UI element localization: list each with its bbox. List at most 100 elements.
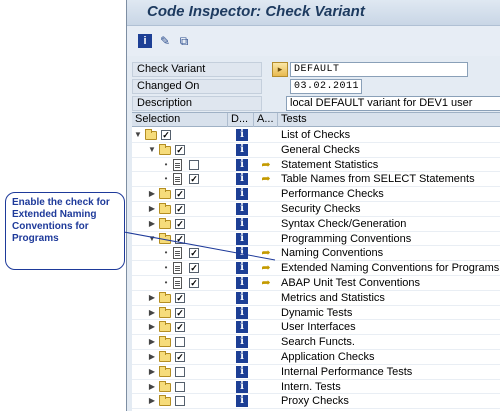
- attributes-arrow-icon[interactable]: ➦: [260, 247, 272, 259]
- info-icon[interactable]: i: [236, 336, 248, 349]
- selection-checkbox[interactable]: [189, 159, 199, 170]
- selection-checkbox[interactable]: ✓: [175, 144, 185, 155]
- selection-checkbox[interactable]: [175, 337, 185, 348]
- selection-checkbox[interactable]: ✓: [175, 189, 185, 200]
- expander-icon[interactable]: ▶: [148, 352, 156, 362]
- tree-row[interactable]: ▶ ✓ i User Interfaces: [132, 320, 500, 336]
- test-label: Programming Conventions: [281, 232, 412, 245]
- info-icon[interactable]: i: [236, 262, 248, 275]
- tree-row[interactable]: • ✓ i ➦ Table Names from SELECT Statements: [132, 172, 500, 188]
- info-icon[interactable]: i: [236, 395, 248, 408]
- tree-row[interactable]: ▼ ✓ i Programming Conventions: [132, 232, 500, 247]
- selection-checkbox[interactable]: ✓: [189, 278, 199, 288]
- info-icon[interactable]: i: [236, 217, 248, 230]
- expander-icon[interactable]: ▼: [148, 145, 156, 155]
- check-tree: Selection D... A... Tests ▼ ✓ i List of Che…: [132, 112, 500, 411]
- test-label: Intern. Tests: [281, 380, 341, 393]
- selection-checkbox[interactable]: [175, 396, 185, 407]
- info-icon[interactable]: i: [236, 143, 248, 156]
- info-icon[interactable]: i: [236, 321, 248, 334]
- changed-on-field[interactable]: 03.02.2011: [290, 79, 362, 94]
- tree-row[interactable]: ▶ ✓ i Syntax Check/Generation: [132, 217, 500, 232]
- tree-row[interactable]: ▶ i Search Functs.: [132, 335, 500, 350]
- expander-icon[interactable]: ▶: [148, 322, 156, 332]
- tree-row[interactable]: • ✓ i ➦ Extended Naming Conventions for Prog…: [132, 261, 500, 276]
- attributes-arrow-icon[interactable]: ➦: [260, 262, 272, 274]
- selection-checkbox[interactable]: [175, 366, 185, 377]
- info-icon[interactable]: i: [236, 306, 248, 319]
- expander-icon[interactable]: ▶: [148, 382, 156, 392]
- folder-open-icon: [159, 143, 171, 155]
- selection-checkbox[interactable]: [175, 381, 185, 392]
- edit-pen-icon[interactable]: ✎: [158, 34, 172, 48]
- attributes-arrow-icon[interactable]: ➦: [260, 277, 272, 289]
- info-icon[interactable]: i: [236, 365, 248, 378]
- tree-row[interactable]: ▼ ✓ i List of Checks: [132, 128, 500, 143]
- title-bar: Code Inspector: Check Variant: [127, 0, 500, 26]
- tree-row[interactable]: ▶ ✓ i Metrics and Statistics: [132, 291, 500, 306]
- tree-row[interactable]: ▶ i Internal Performance Tests: [132, 365, 500, 380]
- info-icon[interactable]: i: [236, 277, 248, 289]
- structure-icon[interactable]: ⧉: [177, 34, 191, 48]
- check-variant-label: Check Variant: [132, 62, 262, 77]
- expander-icon[interactable]: ▶: [148, 396, 156, 406]
- selection-checkbox[interactable]: ✓: [189, 263, 199, 274]
- selection-checkbox[interactable]: ✓: [175, 204, 185, 214]
- selection-checkbox[interactable]: ✓: [175, 307, 185, 318]
- tree-row[interactable]: ▶ ✓ i Dynamic Tests: [132, 306, 500, 321]
- check-variant-field[interactable]: DEFAULT: [290, 62, 468, 77]
- info-icon[interactable]: i: [236, 247, 248, 260]
- info-icon[interactable]: i: [236, 188, 248, 201]
- info-icon[interactable]: i: [138, 34, 152, 48]
- expander-icon[interactable]: ▼: [134, 130, 142, 140]
- selection-checkbox[interactable]: ✓: [175, 322, 185, 333]
- column-d[interactable]: D...: [228, 113, 254, 127]
- description-field[interactable]: local DEFAULT variant for DEV1 user: [286, 96, 500, 111]
- tree-row[interactable]: • ✓ i ➦ ABAP Unit Test Conventions: [132, 276, 500, 291]
- info-icon[interactable]: i: [236, 203, 248, 215]
- expander-icon[interactable]: ▶: [148, 204, 156, 214]
- test-label: Extended Naming Conventions for Programs: [281, 262, 500, 275]
- info-icon[interactable]: i: [236, 291, 248, 304]
- tree-row[interactable]: ▶ ✓ i Performance Checks: [132, 187, 500, 202]
- expander-icon[interactable]: ▶: [148, 293, 156, 303]
- selection-checkbox[interactable]: ✓: [175, 218, 185, 229]
- expander-icon[interactable]: ▶: [148, 189, 156, 199]
- toolbar: i ✎ ⧉: [127, 26, 500, 56]
- column-a[interactable]: A...: [254, 113, 278, 127]
- expander-icon[interactable]: ▶: [148, 337, 156, 347]
- tree-row[interactable]: ▼ ✓ i General Checks: [132, 143, 500, 158]
- document-icon: [173, 158, 182, 171]
- selection-checkbox[interactable]: ✓: [189, 248, 199, 259]
- column-tests[interactable]: Tests: [278, 113, 500, 127]
- tree-row[interactable]: ▶ i Intern. Tests: [132, 380, 500, 395]
- selection-checkbox[interactable]: ✓: [175, 352, 185, 362]
- tree-row[interactable]: • ✓ i ➦ Naming Conventions: [132, 246, 500, 262]
- expander-icon[interactable]: ▼: [148, 234, 156, 244]
- expander-icon[interactable]: ▶: [148, 367, 156, 377]
- selection-checkbox[interactable]: ✓: [189, 174, 199, 185]
- changed-on-label: Changed On: [132, 79, 262, 94]
- tree-row[interactable]: ▶ ✓ i Security Checks: [132, 202, 500, 217]
- expander-icon[interactable]: ▶: [148, 219, 156, 229]
- info-icon[interactable]: i: [236, 158, 248, 171]
- folder-icon: [159, 321, 171, 333]
- selection-checkbox[interactable]: ✓: [175, 233, 185, 244]
- info-icon[interactable]: i: [236, 232, 248, 245]
- info-icon[interactable]: i: [236, 129, 248, 141]
- tree-row[interactable]: ▶ i Proxy Checks: [132, 394, 500, 410]
- info-icon[interactable]: i: [236, 173, 248, 186]
- selection-checkbox[interactable]: ✓: [175, 292, 185, 303]
- expander-icon[interactable]: ▶: [148, 308, 156, 318]
- info-icon[interactable]: i: [236, 380, 248, 393]
- tree-row[interactable]: • i ➦ Statement Statistics: [132, 158, 500, 173]
- tree-row[interactable]: ▶ ✓ i Application Checks: [132, 350, 500, 365]
- selection-checkbox[interactable]: ✓: [161, 130, 171, 140]
- attributes-arrow-icon[interactable]: ➦: [260, 173, 272, 185]
- column-selection[interactable]: Selection: [132, 113, 228, 127]
- test-label: ABAP Unit Test Conventions: [281, 277, 421, 289]
- attributes-arrow-icon[interactable]: ➦: [260, 159, 272, 171]
- variant-select-icon[interactable]: ▸: [272, 62, 288, 77]
- info-icon[interactable]: i: [236, 351, 248, 363]
- folder-icon: [159, 336, 171, 348]
